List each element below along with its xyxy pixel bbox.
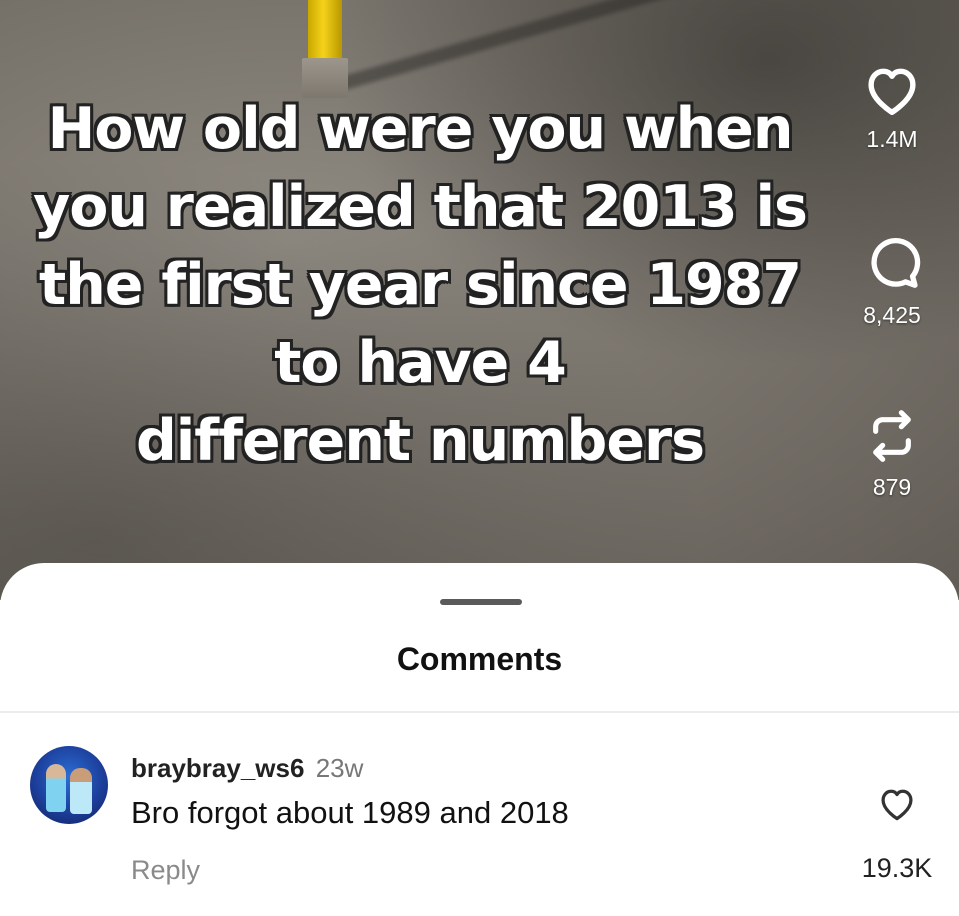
caption-line: the first year since 1987: [38, 252, 802, 318]
comment-bubble-icon[interactable]: [863, 234, 921, 292]
caption-line: different numbers: [135, 408, 705, 474]
caption-line: to have 4: [274, 330, 567, 396]
comment-text: Bro forgot about 1989 and 2018: [131, 795, 569, 830]
avatar[interactable]: [30, 746, 108, 824]
heart-icon[interactable]: [877, 785, 917, 821]
comment-like-count: 19.3K: [861, 853, 933, 883]
drag-handle[interactable]: [440, 599, 522, 605]
comment-username[interactable]: braybray_ws6: [131, 753, 304, 783]
repost-icon[interactable]: [864, 408, 920, 464]
avatar-figure: [70, 768, 92, 814]
avatar-figure: [46, 764, 66, 812]
comments-sheet: Comments braybray_ws6 23w Bro forgot abo…: [0, 563, 959, 916]
caption-line: you realized that 2013 is: [33, 174, 808, 240]
comment-timestamp: 23w: [315, 753, 364, 783]
reply-button[interactable]: Reply: [131, 855, 200, 886]
divider: [0, 711, 959, 713]
yellow-pole: [308, 0, 342, 58]
heart-icon[interactable]: [862, 62, 922, 116]
video-background[interactable]: How old were you when you realized that …: [0, 0, 959, 600]
comment-like[interactable]: 19.3K: [852, 785, 942, 884]
caption-line: How old were you when: [47, 96, 794, 162]
comment-action[interactable]: 8,425: [840, 234, 944, 329]
comment-count: 8,425: [863, 302, 921, 328]
like-count: 1.4M: [866, 126, 918, 152]
share-action[interactable]: 879: [840, 408, 944, 501]
comment-header: braybray_ws6 23w: [131, 753, 363, 784]
like-action[interactable]: 1.4M: [840, 62, 944, 153]
video-caption: How old were you when you realized that …: [0, 90, 840, 480]
comments-title: Comments: [396, 641, 563, 677]
repost-count: 879: [872, 474, 912, 500]
